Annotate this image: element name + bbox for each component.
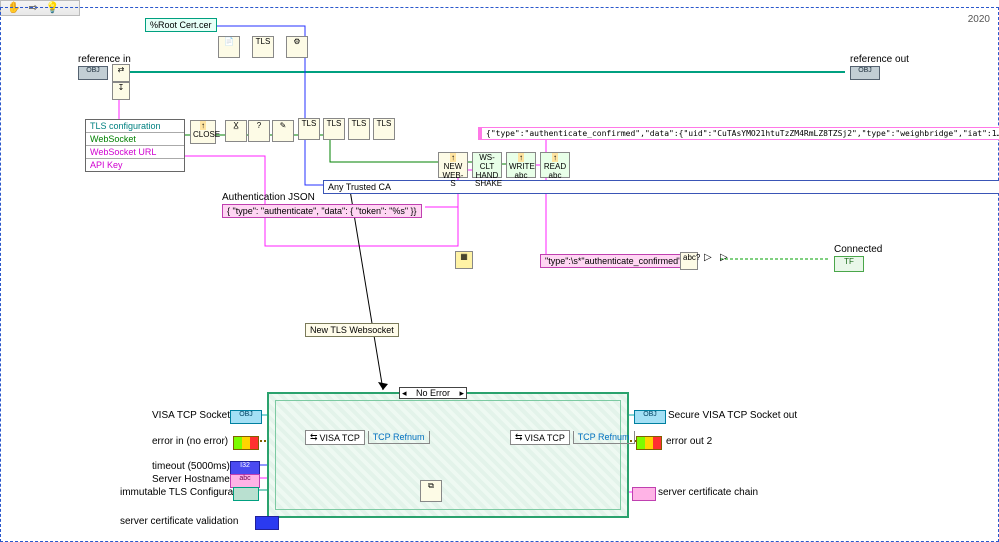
visa-in-terminal[interactable]: OBJ [230, 410, 262, 424]
cert-valid-label: server certificate validation [120, 516, 226, 527]
probe-node[interactable]: X̲ [225, 120, 247, 142]
cluster-el-tls[interactable]: TLS configuration [86, 120, 184, 133]
auth-confirmed-pattern[interactable]: "type":\s*"authenticate_confirmed" [540, 254, 686, 268]
auth-response-indicator: {"type":"authenticate_confirmed","data":… [478, 127, 999, 140]
visa-tcp-left[interactable]: ⇆VISA TCP TCP Refnum [305, 430, 430, 445]
tls-cfg-label: immutable TLS Configuration [120, 487, 226, 498]
compare-icon: ▷ [720, 252, 728, 263]
coerce-node[interactable]: ▦ [455, 251, 473, 269]
reference-out-label: reference out [850, 54, 909, 65]
root-cert-path[interactable]: %Root Cert.cer [145, 18, 217, 32]
unbundle-by-name[interactable]: TLS configuration WebSocket WebSocket UR… [85, 119, 185, 172]
connected-label: Connected [834, 244, 882, 255]
build-path-node[interactable]: 📄 [218, 36, 240, 58]
ws-client-node[interactable]: WS-CLTHAND SHAKE [472, 152, 502, 178]
tls-d-node[interactable]: TLS [373, 118, 395, 140]
cluster-el-ws[interactable]: WebSocket [86, 133, 184, 146]
visa-tcp-right[interactable]: ⇆VISA TCP TCP Refnum [510, 430, 635, 445]
timeout-label: timeout (5000ms) [152, 461, 226, 472]
cluster-el-url[interactable]: WebSocket URL [86, 146, 184, 159]
tls-config-node[interactable]: ⚙︎ [286, 36, 308, 58]
ws-write-node[interactable]: ↑WRITE abc [506, 152, 536, 178]
match-regex-node[interactable]: abc? [680, 252, 698, 270]
cluster-el-key[interactable]: API Key [86, 159, 184, 171]
reference-out-terminal[interactable]: OBJ [850, 66, 880, 80]
to-data-node[interactable]: ⇄ [112, 64, 130, 82]
auth-json-const[interactable]: { "type": "authenticate", "data": { "tok… [222, 204, 422, 218]
tls-c-node[interactable]: TLS [348, 118, 370, 140]
tls-b-node[interactable]: TLS [323, 118, 345, 140]
tcp-refnum-left: TCP Refnum [368, 431, 430, 444]
err-out-terminal[interactable] [636, 436, 662, 450]
connected-indicator: TF [834, 256, 864, 272]
host-label: Server Hostname [152, 474, 226, 485]
visa-out-label: Secure VISA TCP Socket out [668, 410, 797, 421]
err-in-label: error in (no error) [152, 436, 226, 447]
visa-out-terminal[interactable]: OBJ [634, 410, 666, 424]
ws-read-node[interactable]: ↑READ abc [540, 152, 570, 178]
auth-json-label: Authentication JSON [222, 192, 315, 203]
bd-version: 2020 [968, 14, 990, 25]
tls-cfg-terminal[interactable] [233, 487, 259, 501]
case-structure[interactable]: No Error [267, 392, 629, 518]
not-equal-icon: ▷ [704, 252, 712, 263]
to-data-node-b[interactable]: ↧ [112, 82, 130, 100]
ws-close-node[interactable]: ↑CLOSE [190, 120, 216, 144]
tls-load-cert-node[interactable]: TLS [252, 36, 274, 58]
cert-chain-terminal[interactable] [632, 487, 656, 501]
case-selector[interactable]: No Error [399, 387, 467, 399]
host-terminal[interactable]: abc [230, 474, 260, 488]
cert-valid-terminal[interactable] [255, 516, 279, 530]
ws-new-node[interactable]: ↑NEW WEB-S [438, 152, 468, 178]
probe-q-node[interactable]: ? [248, 120, 270, 142]
tcp-refnum-right: TCP Refnum [573, 431, 635, 444]
io-icon: ⇆ [310, 432, 318, 443]
tls-trust-dropdown[interactable]: Any Trusted CA [323, 180, 999, 194]
timeout-terminal[interactable]: I32 [230, 461, 260, 475]
tls-handshake-prim[interactable]: ⧉ [420, 480, 442, 502]
err-in-terminal[interactable] [233, 436, 259, 450]
subvi-title: New TLS Websocket [305, 323, 399, 337]
visa-in-label: VISA TCP Socket in [152, 410, 226, 421]
io-icon-r: ⇆ [515, 432, 523, 443]
cert-chain-label: server certificate chain [658, 487, 758, 498]
reference-in-terminal[interactable]: OBJ [78, 66, 108, 80]
err-out-label: error out 2 [666, 436, 712, 447]
format-node[interactable]: ✎ [272, 120, 294, 142]
tls-a-node[interactable]: TLS [298, 118, 320, 140]
